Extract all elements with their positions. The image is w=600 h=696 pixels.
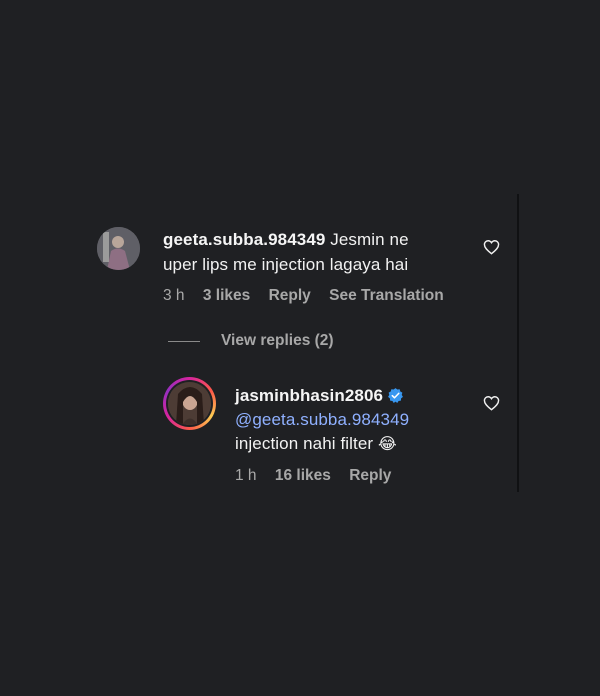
avatar-story-ring[interactable] (163, 377, 216, 430)
reply-text: injection nahi filter (235, 434, 374, 453)
reply-likes[interactable]: 16 likes (275, 467, 331, 484)
comment-likes[interactable]: 3 likes (203, 287, 250, 304)
comment-text-line2: uper lips me injection lagaya hai (163, 255, 409, 274)
replies-divider (168, 341, 200, 342)
laughing-emoji: 😂 (378, 436, 397, 453)
reply-mention[interactable]: @geeta.subba.984349 (235, 408, 409, 432)
comment-username[interactable]: geeta.subba.984349 (163, 230, 325, 249)
reply-time: 1 h (235, 467, 257, 484)
view-replies-button[interactable]: View replies (2) (221, 332, 334, 350)
profile-photo-icon (97, 227, 140, 270)
avatar[interactable] (97, 227, 140, 270)
reply-button[interactable]: Reply (269, 287, 311, 304)
avatar-gap (166, 380, 213, 427)
comment-meta: 3 h 3 likes Reply See Translation (163, 287, 458, 305)
comment-time: 3 h (163, 287, 185, 304)
verified-badge-icon (388, 388, 403, 403)
heart-icon[interactable] (483, 395, 500, 411)
heart-icon[interactable] (483, 239, 500, 255)
scrollbar[interactable] (517, 194, 519, 492)
reply-button[interactable]: Reply (349, 467, 391, 484)
profile-photo-icon (168, 382, 211, 425)
reply-meta: 1 h 16 likes Reply (235, 467, 405, 485)
comment-text: Jesmin ne (330, 230, 409, 249)
reply-username[interactable]: jasminbhasin2806 (235, 386, 383, 405)
see-translation-button[interactable]: See Translation (329, 287, 444, 304)
